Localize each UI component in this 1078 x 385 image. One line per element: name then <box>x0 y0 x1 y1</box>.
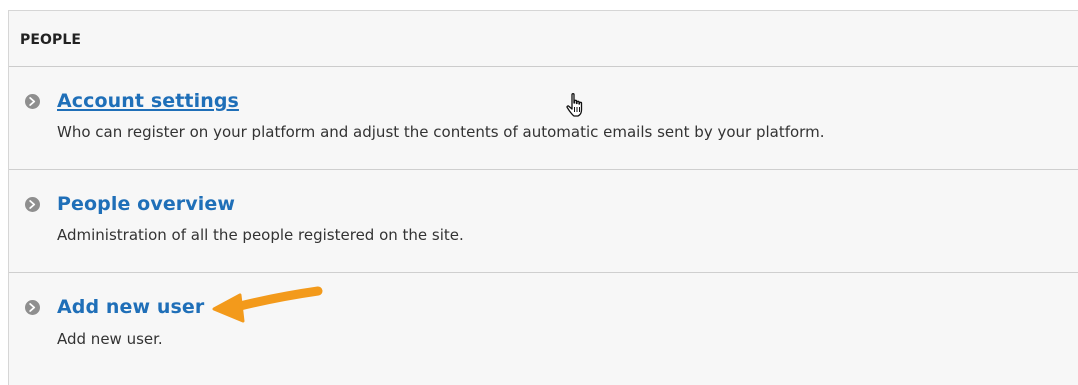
orange-arrow-icon <box>210 283 330 331</box>
item-row: People overview <box>25 193 235 215</box>
item-description: Add new user. <box>57 330 163 348</box>
people-panel: PEOPLE Account settings Who can register… <box>8 10 1078 385</box>
chevron-right-circle-icon <box>25 196 40 212</box>
list-item-people-overview: People overview Administration of all th… <box>9 170 1078 273</box>
item-row: Account settings <box>25 90 239 112</box>
hand-pointer-icon <box>565 92 589 124</box>
item-row: Add new user <box>25 296 204 318</box>
chevron-right-circle-icon <box>25 299 40 315</box>
item-description: Who can register on your platform and ad… <box>57 123 825 141</box>
chevron-right-circle-icon <box>25 93 40 109</box>
item-description: Administration of all the people registe… <box>57 226 464 244</box>
panel-header: PEOPLE <box>9 11 1078 67</box>
people-overview-link[interactable]: People overview <box>57 193 235 215</box>
add-new-user-link[interactable]: Add new user <box>57 296 204 318</box>
account-settings-link[interactable]: Account settings <box>57 90 239 112</box>
list-item-account-settings: Account settings Who can register on you… <box>9 67 1078 170</box>
section-title: PEOPLE <box>20 31 82 48</box>
list-item-add-new-user: Add new user Add new user. <box>9 273 1078 383</box>
